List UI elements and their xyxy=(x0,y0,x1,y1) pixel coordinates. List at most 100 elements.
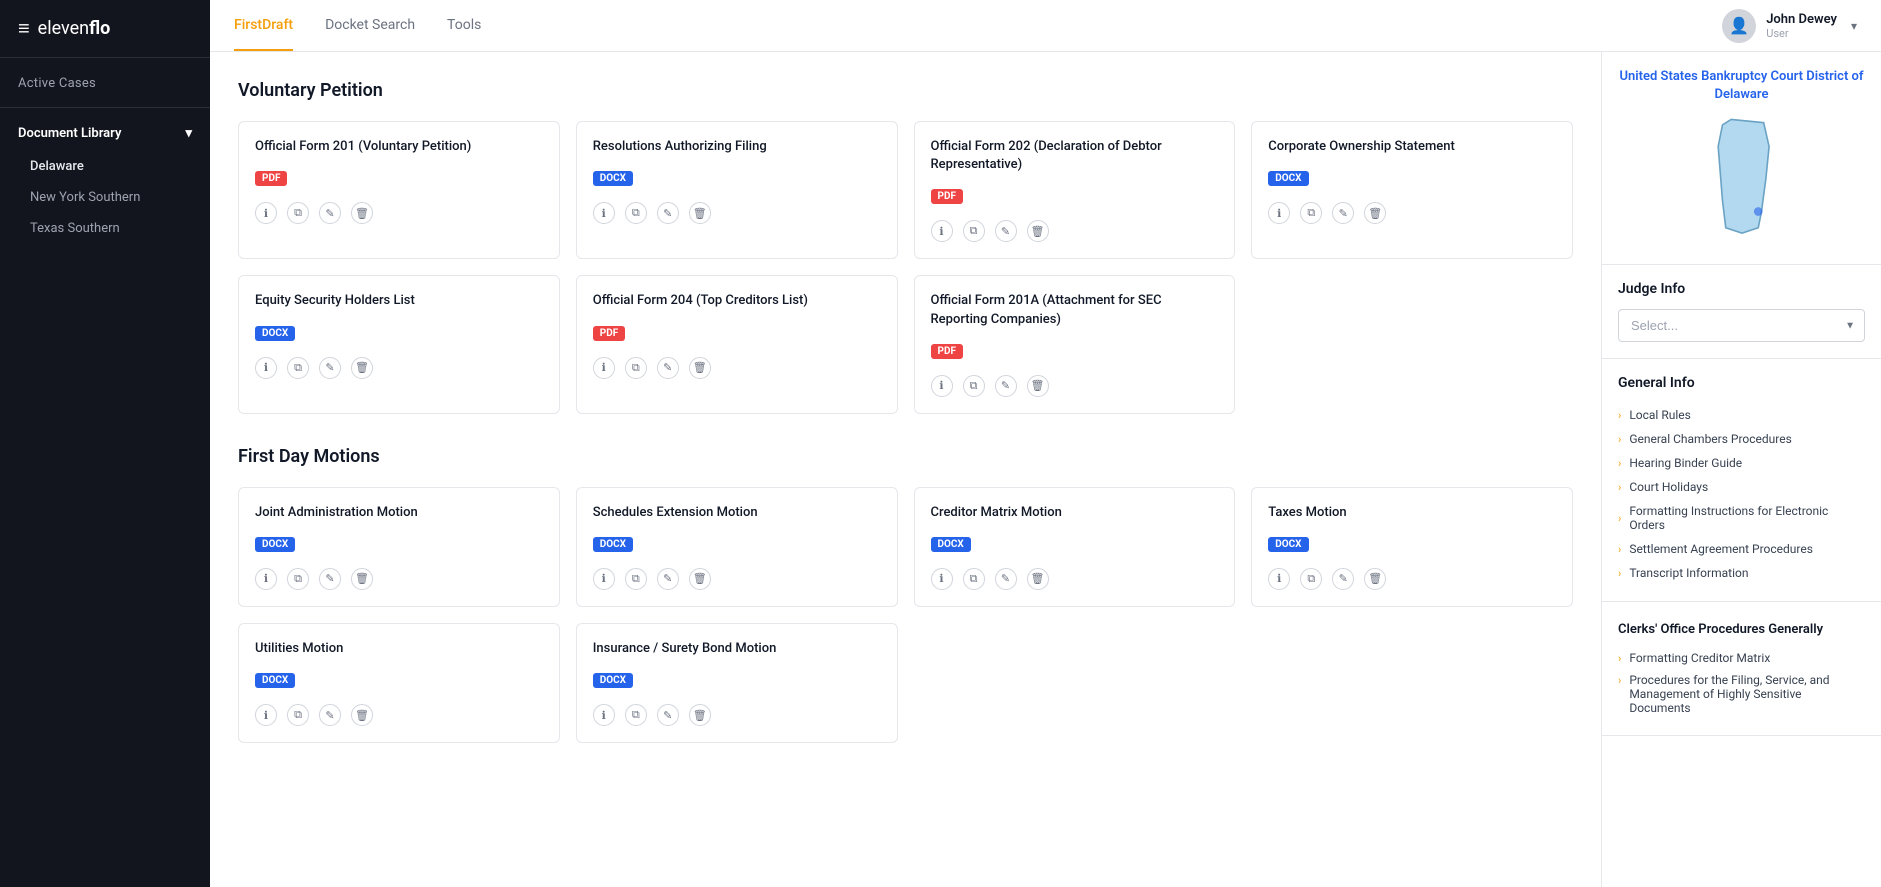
judge-info-section: Judge Info Select... xyxy=(1602,265,1881,359)
edit-icon[interactable]: ✎ xyxy=(657,357,679,379)
info-icon[interactable]: ℹ xyxy=(931,220,953,242)
info-icon[interactable]: ℹ xyxy=(1268,202,1290,224)
chevron-right-icon: › xyxy=(1618,512,1621,525)
tab-firstdraft[interactable]: FirstDraft xyxy=(234,1,293,51)
trash-icon[interactable]: 🗑 xyxy=(1027,375,1049,397)
edit-icon[interactable]: ✎ xyxy=(657,704,679,726)
copy-icon[interactable]: ⧉ xyxy=(287,357,309,379)
sidebar-item-document-library[interactable]: Document Library ▾ xyxy=(0,116,210,151)
judge-select[interactable]: Select... xyxy=(1618,309,1865,342)
trash-icon[interactable]: 🗑 xyxy=(1364,202,1386,224)
info-icon[interactable]: ℹ xyxy=(931,375,953,397)
trash-icon[interactable]: 🗑 xyxy=(351,704,373,726)
file-type-badge: PDF xyxy=(255,171,287,186)
edit-icon[interactable]: ✎ xyxy=(319,568,341,590)
copy-icon[interactable]: ⧉ xyxy=(963,568,985,590)
edit-icon[interactable]: ✎ xyxy=(995,375,1017,397)
edit-icon[interactable]: ✎ xyxy=(1332,568,1354,590)
sidebar-sub-item-tx-southern[interactable]: Texas Southern xyxy=(0,213,210,244)
trash-icon[interactable]: 🗑 xyxy=(1027,220,1049,242)
info-icon[interactable]: ℹ xyxy=(593,704,615,726)
general-info-link[interactable]: ›Settlement Agreement Procedures xyxy=(1618,537,1865,561)
copy-icon[interactable]: ⧉ xyxy=(963,220,985,242)
general-info-link[interactable]: ›General Chambers Procedures xyxy=(1618,427,1865,451)
clerks-office-link[interactable]: ›Formatting Creditor Matrix xyxy=(1618,647,1865,669)
link-text: Procedures for the Filing, Service, and … xyxy=(1629,673,1865,715)
main-wrapper: FirstDraft Docket Search Tools 👤 John De… xyxy=(210,0,1881,887)
card-actions: ℹ ⧉ ✎ 🗑 xyxy=(593,357,881,379)
general-info-link[interactable]: ›Hearing Binder Guide xyxy=(1618,451,1865,475)
info-icon[interactable]: ℹ xyxy=(255,357,277,379)
edit-icon[interactable]: ✎ xyxy=(657,568,679,590)
trash-icon[interactable]: 🗑 xyxy=(689,357,711,379)
edit-icon[interactable]: ✎ xyxy=(319,357,341,379)
trash-icon[interactable]: 🗑 xyxy=(351,202,373,224)
edit-icon[interactable]: ✎ xyxy=(1332,202,1354,224)
copy-icon[interactable]: ⧉ xyxy=(625,568,647,590)
copy-icon[interactable]: ⧉ xyxy=(287,202,309,224)
document-card[interactable]: Official Form 201A (Attachment for SEC R… xyxy=(914,275,1236,413)
copy-icon[interactable]: ⧉ xyxy=(625,357,647,379)
file-type-badge: DOCX xyxy=(255,537,295,552)
card-title: Schedules Extension Motion xyxy=(593,504,881,522)
info-icon[interactable]: ℹ xyxy=(255,202,277,224)
document-card[interactable]: Insurance / Surety Bond Motion DOCX ℹ ⧉ … xyxy=(576,623,898,743)
trash-icon[interactable]: 🗑 xyxy=(689,704,711,726)
general-info-link[interactable]: ›Transcript Information xyxy=(1618,561,1865,585)
document-card[interactable]: Official Form 201 (Voluntary Petition) P… xyxy=(238,121,560,259)
copy-icon[interactable]: ⧉ xyxy=(625,202,647,224)
user-area[interactable]: 👤 John Dewey User ▾ xyxy=(1722,9,1857,43)
document-card[interactable]: Joint Administration Motion DOCX ℹ ⧉ ✎ 🗑 xyxy=(238,487,560,607)
trash-icon[interactable]: 🗑 xyxy=(1364,568,1386,590)
chevron-right-icon: › xyxy=(1618,674,1621,687)
trash-icon[interactable]: 🗑 xyxy=(689,568,711,590)
document-card[interactable]: Creditor Matrix Motion DOCX ℹ ⧉ ✎ 🗑 xyxy=(914,487,1236,607)
copy-icon[interactable]: ⧉ xyxy=(1300,568,1322,590)
document-card[interactable]: Official Form 202 (Declaration of Debtor… xyxy=(914,121,1236,259)
general-info-link[interactable]: ›Court Holidays xyxy=(1618,475,1865,499)
file-type-badge: DOCX xyxy=(931,537,971,552)
document-card[interactable]: Utilities Motion DOCX ℹ ⧉ ✎ 🗑 xyxy=(238,623,560,743)
document-card[interactable]: Taxes Motion DOCX ℹ ⧉ ✎ 🗑 xyxy=(1251,487,1573,607)
tab-docket-search[interactable]: Docket Search xyxy=(325,1,415,51)
trash-icon[interactable]: 🗑 xyxy=(351,357,373,379)
copy-icon[interactable]: ⧉ xyxy=(963,375,985,397)
card-title: Corporate Ownership Statement xyxy=(1268,138,1556,156)
chevron-right-icon: › xyxy=(1618,409,1621,422)
info-icon[interactable]: ℹ xyxy=(931,568,953,590)
right-panel: United States Bankruptcy Court District … xyxy=(1601,52,1881,887)
trash-icon[interactable]: 🗑 xyxy=(689,202,711,224)
document-card[interactable]: Corporate Ownership Statement DOCX ℹ ⧉ ✎… xyxy=(1251,121,1573,259)
trash-icon[interactable]: 🗑 xyxy=(351,568,373,590)
card-title: Official Form 202 (Declaration of Debtor… xyxy=(931,138,1219,174)
info-icon[interactable]: ℹ xyxy=(1268,568,1290,590)
clerks-office-link[interactable]: › Procedures for the Filing, Service, and… xyxy=(1618,669,1865,719)
sidebar-sub-item-delaware[interactable]: Delaware xyxy=(0,151,210,182)
court-header: United States Bankruptcy Court District … xyxy=(1602,52,1881,265)
edit-icon[interactable]: ✎ xyxy=(995,220,1017,242)
general-info-link[interactable]: ›Local Rules xyxy=(1618,403,1865,427)
copy-icon[interactable]: ⧉ xyxy=(1300,202,1322,224)
copy-icon[interactable]: ⧉ xyxy=(625,704,647,726)
info-icon[interactable]: ℹ xyxy=(593,202,615,224)
sidebar-sub-item-ny-southern[interactable]: New York Southern xyxy=(0,182,210,213)
general-info-link[interactable]: ›Formatting Instructions for Electronic … xyxy=(1618,499,1865,537)
edit-icon[interactable]: ✎ xyxy=(995,568,1017,590)
link-text: Court Holidays xyxy=(1629,480,1708,494)
info-icon[interactable]: ℹ xyxy=(593,357,615,379)
edit-icon[interactable]: ✎ xyxy=(319,202,341,224)
tab-tools[interactable]: Tools xyxy=(447,1,481,51)
document-card[interactable]: Resolutions Authorizing Filing DOCX ℹ ⧉ … xyxy=(576,121,898,259)
document-card[interactable]: Equity Security Holders List DOCX ℹ ⧉ ✎ … xyxy=(238,275,560,413)
copy-icon[interactable]: ⧉ xyxy=(287,568,309,590)
edit-icon[interactable]: ✎ xyxy=(657,202,679,224)
trash-icon[interactable]: 🗑 xyxy=(1027,568,1049,590)
document-card[interactable]: Official Form 204 (Top Creditors List) P… xyxy=(576,275,898,413)
first-day-motions-section: First Day Motions Joint Administration M… xyxy=(238,446,1573,743)
document-card[interactable]: Schedules Extension Motion DOCX ℹ ⧉ ✎ 🗑 xyxy=(576,487,898,607)
info-icon[interactable]: ℹ xyxy=(255,704,277,726)
info-icon[interactable]: ℹ xyxy=(593,568,615,590)
info-icon[interactable]: ℹ xyxy=(255,568,277,590)
copy-icon[interactable]: ⧉ xyxy=(287,704,309,726)
edit-icon[interactable]: ✎ xyxy=(319,704,341,726)
